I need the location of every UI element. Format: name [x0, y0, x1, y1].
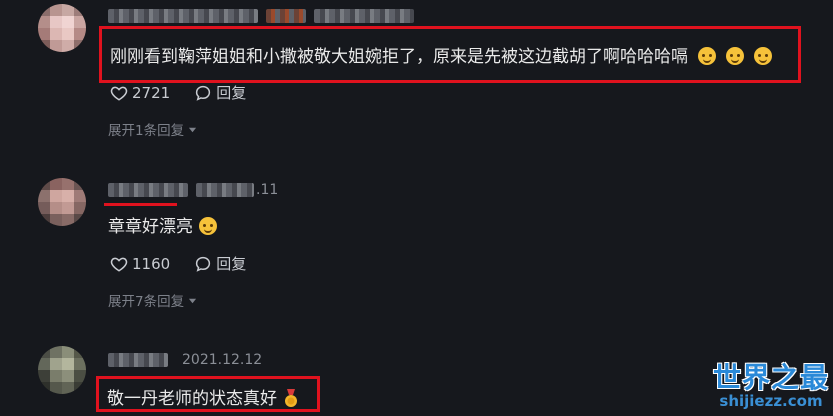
- reply-label: 回复: [216, 255, 247, 273]
- expand-replies-label: 展开1条回复: [108, 123, 185, 139]
- expand-replies[interactable]: 展开7条回复: [108, 290, 197, 310]
- reply-label: 回复: [216, 84, 247, 102]
- expand-replies-label: 展开7条回复: [108, 294, 185, 310]
- comment-actions: 1160 回复: [110, 253, 270, 274]
- username[interactable]: 2021.12.12: [108, 350, 262, 370]
- comment-bubble-icon: [196, 256, 211, 272]
- expand-replies[interactable]: 展开1条回复: [108, 119, 197, 139]
- grinning-squint-icon: [726, 47, 744, 65]
- watermark-url: shijiezz.com: [719, 392, 823, 410]
- heart-eyes-icon: [199, 217, 217, 235]
- username[interactable]: .11: [108, 180, 278, 200]
- caret-down-icon: [188, 127, 197, 132]
- watermark-title: 世界之最: [712, 361, 829, 394]
- comment-text: 章章好漂亮: [108, 212, 217, 237]
- comment-bubble-icon: [196, 85, 211, 101]
- like-count: 1160: [132, 254, 171, 273]
- watermark-logo: 世界之最 shijiezz.com: [713, 356, 829, 410]
- comment-text-content: 刚刚看到鞠萍姐姐和小撒被敬大姐婉拒了，原来是先被这边截胡了啊哈哈哈嗝: [110, 47, 688, 67]
- avatar[interactable]: [38, 4, 86, 52]
- heart-icon: [110, 86, 128, 101]
- highlight-underline: [104, 203, 177, 206]
- comment-actions: 2721 回复: [110, 82, 270, 103]
- comment-text-content: 敬一丹老师的状态真好: [107, 389, 277, 409]
- avatar[interactable]: [38, 178, 86, 226]
- comment-time: .11: [256, 182, 279, 198]
- heart-icon: [110, 257, 128, 272]
- medal-icon: [285, 389, 297, 407]
- comment-text: 敬一丹老师的状态真好: [107, 384, 299, 409]
- comment-text: 刚刚看到鞠萍姐姐和小撒被敬大姐婉拒了，原来是先被这边截胡了啊哈哈哈嗝: [110, 42, 772, 67]
- avatar[interactable]: [38, 346, 86, 394]
- grinning-squint-icon: [698, 47, 716, 65]
- caret-down-icon: [188, 298, 197, 303]
- reply-button[interactable]: 回复: [194, 253, 246, 274]
- like-count: 2721: [132, 83, 171, 102]
- like-button[interactable]: 2721: [110, 84, 170, 102]
- username[interactable]: [108, 6, 414, 26]
- like-button[interactable]: 1160: [110, 255, 170, 273]
- reply-button[interactable]: 回复: [194, 82, 246, 103]
- comment-text-content: 章章好漂亮: [108, 217, 193, 237]
- comment-time: 2021.12.12: [182, 352, 263, 368]
- grinning-squint-icon: [754, 47, 772, 65]
